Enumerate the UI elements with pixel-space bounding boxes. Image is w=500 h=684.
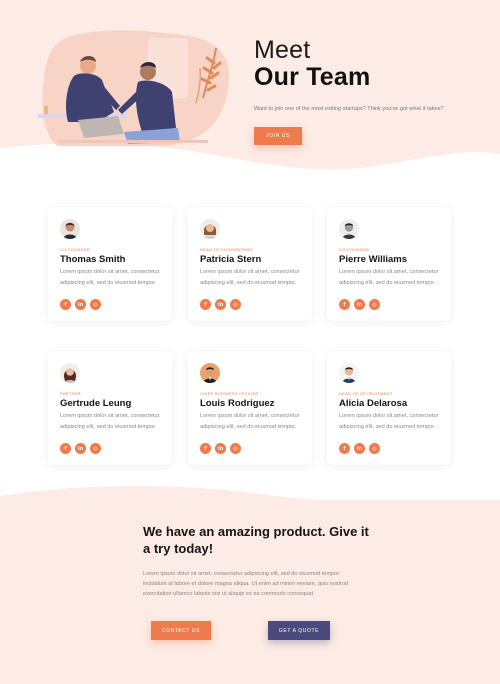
get-quote-button[interactable]: GET A QUOTE [268,621,330,640]
linkedin-icon[interactable]: in [354,299,365,310]
hero-subtitle: Want to join one of the most exiting sta… [254,106,444,112]
team-illustration [38,30,230,146]
team-card: HEAD OF ENGINEERING Patricia Stern Lorem… [188,207,312,321]
team-card: CO-FOUNDER Thomas Smith Lorem ipsum dolo… [48,207,172,321]
facebook-icon[interactable]: f [339,443,350,454]
linkedin-icon[interactable]: in [75,443,86,454]
member-description: Lorem ipsum dolor sit amet, consectetur … [339,413,439,430]
linkedin-icon[interactable]: in [354,443,365,454]
social-links: f in ◎ [60,299,101,310]
instagram-icon[interactable]: ◎ [90,299,101,310]
social-links: f in ◎ [200,443,241,454]
social-links: f in ◎ [200,299,241,310]
cta-title: We have an amazing product. Give it a tr… [143,524,369,556]
cta-text: Lorem ipsum dolor sit amet, consectetur … [143,571,349,597]
team-card: CHIEF BUSINESS OFFICER Louis Rodriguez L… [188,351,312,465]
member-role: CHIEF BUSINESS OFFICER [200,391,259,396]
linkedin-icon[interactable]: in [75,299,86,310]
member-name: Thomas Smith [60,254,126,265]
cta-wave-divider [0,485,500,518]
instagram-icon[interactable]: ◎ [369,299,380,310]
member-role: PARTNER [60,391,81,396]
social-links: f in ◎ [339,299,380,310]
avatar [339,219,359,239]
hero-title-line2: Our Team [254,63,371,91]
instagram-icon[interactable]: ◎ [90,443,101,454]
linkedin-icon[interactable]: in [215,443,226,454]
contact-us-button[interactable]: CONTACT US [151,621,211,640]
facebook-icon[interactable]: f [200,443,211,454]
member-name: Alicia Delarosa [339,398,408,409]
member-description: Lorem ipsum dolor sit amet, consectetur … [60,269,160,286]
team-card: HEAD OF RECRUITMENT Alicia Delarosa Lore… [327,351,451,465]
facebook-icon[interactable]: f [60,299,71,310]
facebook-icon[interactable]: f [60,443,71,454]
member-role: CO-FOUNDER [60,247,91,252]
instagram-icon[interactable]: ◎ [369,443,380,454]
member-role: HEAD OF RECRUITMENT [339,391,393,396]
instagram-icon[interactable]: ◎ [230,299,241,310]
member-description: Lorem ipsum dolor sit amet, consectetur … [60,413,160,430]
join-us-button[interactable]: JOIN US [254,127,302,145]
member-description: Lorem ipsum dolor sit amet, consectetur … [339,269,439,286]
member-name: Gertrude Leung [60,398,132,409]
social-links: f in ◎ [60,443,101,454]
member-role: HEAD OF ENGINEERING [200,247,253,252]
member-description: Lorem ipsum dolor sit amet, consectetur … [200,269,300,286]
hero-title-line1: Meet [254,36,311,64]
member-role: CO-FOUNDER [339,247,370,252]
social-links: f in ◎ [339,443,380,454]
avatar [200,363,220,383]
avatar [60,363,80,383]
facebook-icon[interactable]: f [339,299,350,310]
member-name: Pierre Williams [339,254,408,265]
member-name: Louis Rodriguez [200,398,275,409]
avatar [339,363,359,383]
member-name: Patricia Stern [200,254,262,265]
instagram-icon[interactable]: ◎ [230,443,241,454]
avatar [60,219,80,239]
avatar [200,219,220,239]
facebook-icon[interactable]: f [200,299,211,310]
team-card: CO-FOUNDER Pierre Williams Lorem ipsum d… [327,207,451,321]
team-card: PARTNER Gertrude Leung Lorem ipsum dolor… [48,351,172,465]
linkedin-icon[interactable]: in [215,299,226,310]
member-description: Lorem ipsum dolor sit amet, consectetur … [200,413,300,430]
